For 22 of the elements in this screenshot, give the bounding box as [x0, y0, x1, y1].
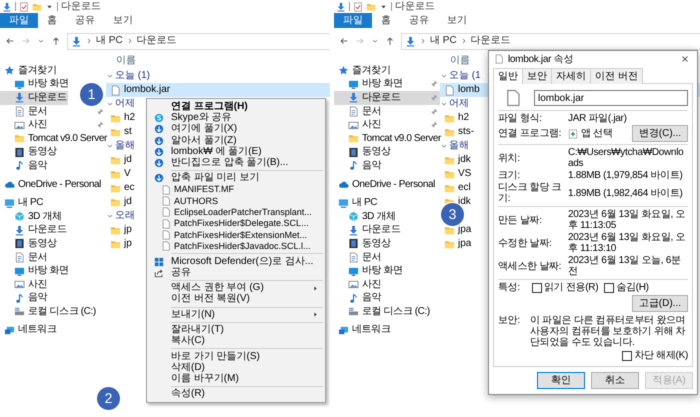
- property-value: 2023년 6월 13일 화요일, 오후 11:13:10: [568, 232, 686, 254]
- property-label: 크기:: [498, 170, 521, 181]
- property-label: 보안:: [498, 315, 521, 328]
- property-value: 1.88MB (1,979,854 바이트): [568, 170, 684, 181]
- property-value: 앱 선택: [581, 128, 613, 139]
- property-label: 디스크 할당 크기:: [498, 182, 562, 204]
- property-value: JAR 파일(.jar): [568, 113, 628, 124]
- property-label: 파일 형식:: [498, 113, 543, 124]
- property-label: 연결 프로그램:: [498, 128, 562, 139]
- window-title: 다운로드: [395, 0, 435, 12]
- property-value: C:₩Users₩ytcha₩Downloads: [568, 147, 684, 169]
- property-label: 만든 날짜:: [498, 214, 543, 226]
- property-label: 특성:: [498, 282, 521, 293]
- property-label: 수정한 날짜:: [498, 238, 552, 248]
- security-note: 이 파일은 다른 컴퓨터로부터 왔으며 사용자의 컴퓨터를 보호하기 위해 차단되었을 수도 있습니다.: [530, 315, 686, 348]
- property-value: 2023년 6월 13일 화요일, 오후 11:13:05: [568, 209, 686, 231]
- property-value: 2023년 6월 13일 오늘, 6분 전: [568, 255, 682, 277]
- property-label: 위치:: [498, 152, 521, 164]
- window-title: 다운로드: [61, 0, 101, 12]
- dialog-title: lombok.jar 속성: [508, 54, 574, 64]
- property-value: 1.89MB (1,982,464 바이트): [568, 188, 684, 198]
- property-label: 액세스한 날짜:: [498, 260, 562, 272]
